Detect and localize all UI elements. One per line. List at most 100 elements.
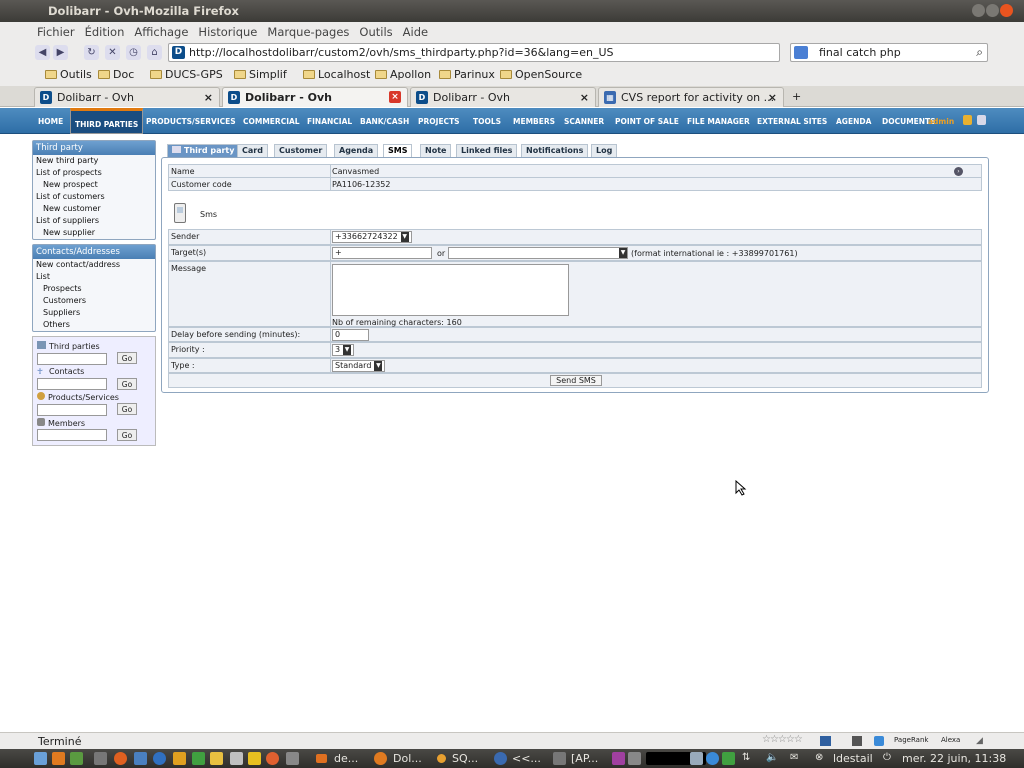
menu-members[interactable]: MEMBERS (513, 117, 555, 126)
app-icon[interactable] (134, 752, 147, 765)
bookmark-parinux[interactable]: Parinux (439, 68, 495, 81)
priority-select[interactable]: 3 ▼ (332, 344, 355, 356)
bookmark-apollon[interactable]: Apollon (375, 68, 431, 81)
launcher-icon[interactable] (34, 752, 47, 765)
terminal-icon[interactable] (94, 752, 107, 765)
magnifier-icon[interactable]: ⌕ (976, 45, 983, 60)
menu-tools[interactable]: TOOLS (473, 117, 501, 126)
search-members-input[interactable] (37, 429, 107, 441)
maximize-icon[interactable] (986, 4, 999, 17)
trash-icon[interactable] (628, 752, 641, 765)
tab-linked-files[interactable]: Linked files (456, 144, 518, 157)
go-button[interactable]: Go (117, 403, 137, 415)
search-products-input[interactable] (37, 403, 107, 416)
firefox-icon[interactable] (52, 752, 65, 765)
bookmark-doc[interactable]: Doc (98, 68, 134, 81)
send-sms-button[interactable]: Send SMS (550, 375, 602, 386)
menu-new-supplier[interactable]: New supplier (33, 227, 155, 239)
menu-fichier[interactable]: Fichier (0, 22, 80, 39)
app-icon[interactable] (248, 752, 261, 765)
search-contacts-input[interactable] (37, 378, 107, 390)
sender-select[interactable]: +33662724322 ▼ (332, 231, 412, 243)
network-arrows-icon[interactable]: ⇅ (742, 752, 750, 763)
task-ap[interactable]: [AP... (571, 752, 598, 765)
close-tab-icon[interactable]: × (768, 91, 777, 104)
menu-external-sites[interactable]: EXTERNAL SITES (757, 117, 827, 126)
menu-projects[interactable]: PROJECTS (418, 117, 460, 126)
menu-third-parties[interactable]: THIRD PARTIES (70, 108, 144, 134)
logout-icon[interactable] (977, 115, 986, 125)
tab-card[interactable]: Card (237, 144, 268, 157)
menu-marque-pages[interactable]: Marque-pages (262, 22, 354, 39)
tab-third-party[interactable]: Third party (167, 144, 240, 157)
app-icon[interactable] (266, 752, 279, 765)
task-editor[interactable]: <<... (512, 752, 541, 765)
clapper-icon[interactable] (286, 752, 299, 765)
menu-contact-suppliers[interactable]: Suppliers (33, 307, 155, 319)
tab-notifications[interactable]: Notifications (521, 144, 589, 157)
minimize-icon[interactable] (972, 4, 985, 17)
back-icon[interactable]: ◀ (35, 45, 50, 60)
app-icon[interactable] (210, 752, 223, 765)
check-icon[interactable] (722, 752, 735, 765)
menu-products-services[interactable]: PRODUCTS/SERVICES (146, 117, 236, 126)
task-dolibarr[interactable]: Dol... (393, 752, 422, 765)
browser-tab[interactable]: ▦ CVS report for activity on ... × (598, 87, 784, 107)
menu-new-prospect[interactable]: New prospect (33, 179, 155, 191)
menu-new-contact[interactable]: New contact/address (33, 259, 155, 271)
menu-list-customers[interactable]: List of customers (33, 191, 155, 203)
tab-log[interactable]: Log (591, 144, 618, 157)
url-input[interactable]: D http://localhostdolibarr/custom2/ovh/s… (168, 43, 780, 62)
browser-tab[interactable]: D Dolibarr - Ovh × (34, 87, 220, 107)
browser-tab[interactable]: D Dolibarr - Ovh × (410, 87, 596, 107)
menu-edition[interactable]: Édition (80, 22, 130, 39)
menu-contact-list[interactable]: List (33, 271, 155, 283)
delay-input[interactable]: 0 (332, 329, 369, 341)
menu-contact-others[interactable]: Others (33, 319, 155, 331)
browser-icon[interactable] (114, 752, 127, 765)
app-icon[interactable] (230, 752, 243, 765)
tab-agenda[interactable]: Agenda (334, 144, 379, 157)
menu-new-third-party[interactable]: New third party (33, 155, 155, 167)
menu-contact-prospects[interactable]: Prospects (33, 283, 155, 295)
menu-new-customer[interactable]: New customer (33, 203, 155, 215)
clock[interactable]: mer. 22 juin, 11:38 (902, 752, 1006, 765)
close-tab-icon[interactable]: × (389, 91, 401, 103)
bookmark-outils[interactable]: Outils (45, 68, 92, 81)
menu-point-of-sale[interactable]: POINT OF SALE (615, 117, 679, 126)
stop-icon[interactable]: ✕ (105, 45, 120, 60)
screenshot-icon[interactable] (852, 736, 862, 746)
menu-financial[interactable]: FINANCIAL (307, 117, 352, 126)
new-tab-icon[interactable]: + (792, 90, 801, 103)
rating-stars-icon[interactable]: ☆☆☆☆☆ (762, 734, 803, 745)
tab-sms[interactable]: SMS (383, 144, 413, 157)
menu-affichage[interactable]: Affichage (129, 22, 193, 39)
home-icon[interactable]: ⌂ (147, 45, 162, 60)
network-icon[interactable] (690, 752, 703, 765)
browser-tab-active[interactable]: D Dolibarr - Ovh × (222, 87, 408, 107)
menu-commercial[interactable]: COMMERCIAL (243, 117, 300, 126)
message-textarea[interactable] (332, 264, 569, 316)
menu-head-contacts[interactable]: Contacts/Addresses (33, 245, 155, 259)
forward-icon[interactable]: ▶ (53, 45, 68, 60)
task-sql[interactable]: SQ... (452, 752, 478, 765)
bookmark-localhost[interactable]: Localhost (303, 68, 370, 81)
menu-aide[interactable]: Aide (398, 22, 433, 39)
task-files[interactable]: de... (334, 752, 358, 765)
menu-home[interactable]: HOME (38, 117, 63, 126)
volume-icon[interactable]: 🔈 (766, 752, 778, 763)
search-input[interactable]: final catch php ⌕ (790, 43, 988, 62)
menu-list-prospects[interactable]: List of prospects (33, 167, 155, 179)
session-user[interactable]: ldestail (833, 752, 873, 765)
tab-note[interactable]: Note (420, 144, 452, 157)
globe-icon[interactable] (153, 752, 166, 765)
next-record-icon[interactable]: › (954, 167, 963, 176)
close-tab-icon[interactable]: × (580, 91, 589, 104)
update-icon[interactable] (706, 752, 719, 765)
mail-icon[interactable]: ✉ (790, 752, 798, 763)
go-button[interactable]: Go (117, 352, 137, 364)
mail-icon[interactable] (820, 736, 831, 746)
workspace-icon[interactable] (612, 752, 625, 765)
target-input[interactable]: + (332, 247, 432, 259)
go-button[interactable]: Go (117, 377, 137, 390)
